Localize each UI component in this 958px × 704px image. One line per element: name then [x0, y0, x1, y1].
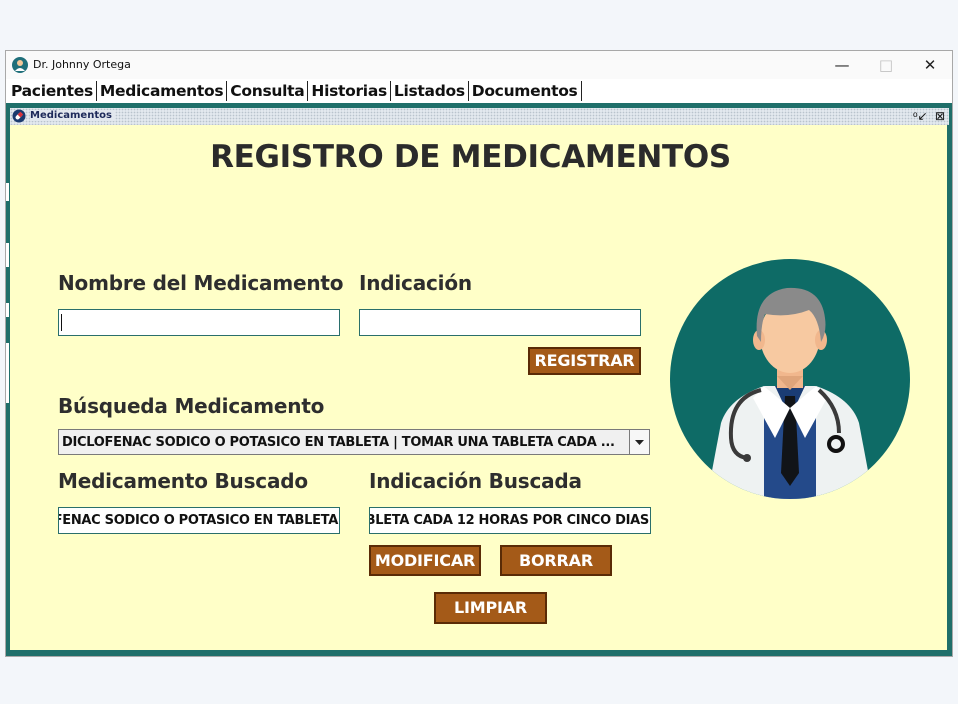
menu-listados[interactable]: Listados [391, 81, 469, 101]
nombre-label: Nombre del Medicamento [58, 271, 344, 295]
medicamentos-form: REGISTRO DE MEDICAMENTOS Nombre del Medi… [10, 125, 947, 650]
doctor-avatar-icon [12, 57, 28, 73]
buscado-input[interactable]: DICLOFENAC SODICO O POTASICO EN TABLETA [58, 507, 340, 534]
menu-consulta[interactable]: Consulta [227, 81, 309, 101]
indicacion-input[interactable] [359, 309, 641, 336]
minimize-button[interactable]: — [820, 51, 864, 79]
maximize-button[interactable]: □ [864, 51, 908, 79]
child-title-bar[interactable]: Medicamentos ᵒ↙ ⊠ [10, 108, 949, 125]
menu-pacientes[interactable]: Pacientes [6, 81, 97, 101]
buscado-label: Medicamento Buscado [58, 469, 308, 493]
mdi-client-area: Medicamentos ᵒ↙ ⊠ REGISTRO DE MEDICAMENT… [6, 103, 952, 656]
modificar-button[interactable]: MODIFICAR [369, 545, 481, 576]
dropdown-button[interactable] [629, 430, 649, 454]
child-restore-button[interactable]: ᵒ↙ [913, 108, 928, 125]
limpiar-button[interactable]: LIMPIAR [434, 592, 547, 624]
page-title: REGISTRO DE MEDICAMENTOS [210, 139, 731, 175]
app-window: Dr. Johnny Ortega — □ ✕ Pacientes Medica… [5, 50, 953, 657]
title-bar: Dr. Johnny Ortega — □ ✕ [6, 51, 952, 79]
mdi-left-edge [6, 103, 9, 656]
doctor-illustration [670, 259, 910, 499]
pill-capsule-icon [12, 109, 26, 123]
menu-bar: Pacientes Medicamentos Consulta Historia… [6, 79, 952, 103]
menu-medicamentos[interactable]: Medicamentos [97, 81, 228, 101]
nombre-input[interactable] [58, 309, 340, 336]
child-window-title: Medicamentos [30, 110, 115, 121]
window-title: Dr. Johnny Ortega [33, 58, 131, 71]
indicacion-buscada-input[interactable]: TOMAR UNA TABLETA CADA 12 HORAS POR CINC… [369, 507, 651, 534]
menu-documentos[interactable]: Documentos [469, 81, 582, 101]
busqueda-label: Búsqueda Medicamento [58, 394, 325, 418]
busqueda-select[interactable]: DICLOFENAC SODICO O POTASICO EN TABLETA … [58, 429, 650, 455]
close-button[interactable]: ✕ [908, 51, 952, 79]
text-caret [61, 314, 62, 331]
child-close-button[interactable]: ⊠ [933, 108, 947, 125]
busqueda-selected-value: DICLOFENAC SODICO O POTASICO EN TABLETA … [62, 435, 615, 450]
indicacion-label: Indicación [359, 271, 472, 295]
borrar-button[interactable]: BORRAR [500, 545, 612, 576]
caret-down-icon [635, 440, 644, 445]
registrar-button[interactable]: REGISTRAR [528, 347, 641, 375]
indicacion-buscada-label: Indicación Buscada [369, 469, 582, 493]
menu-historias[interactable]: Historias [308, 81, 391, 101]
